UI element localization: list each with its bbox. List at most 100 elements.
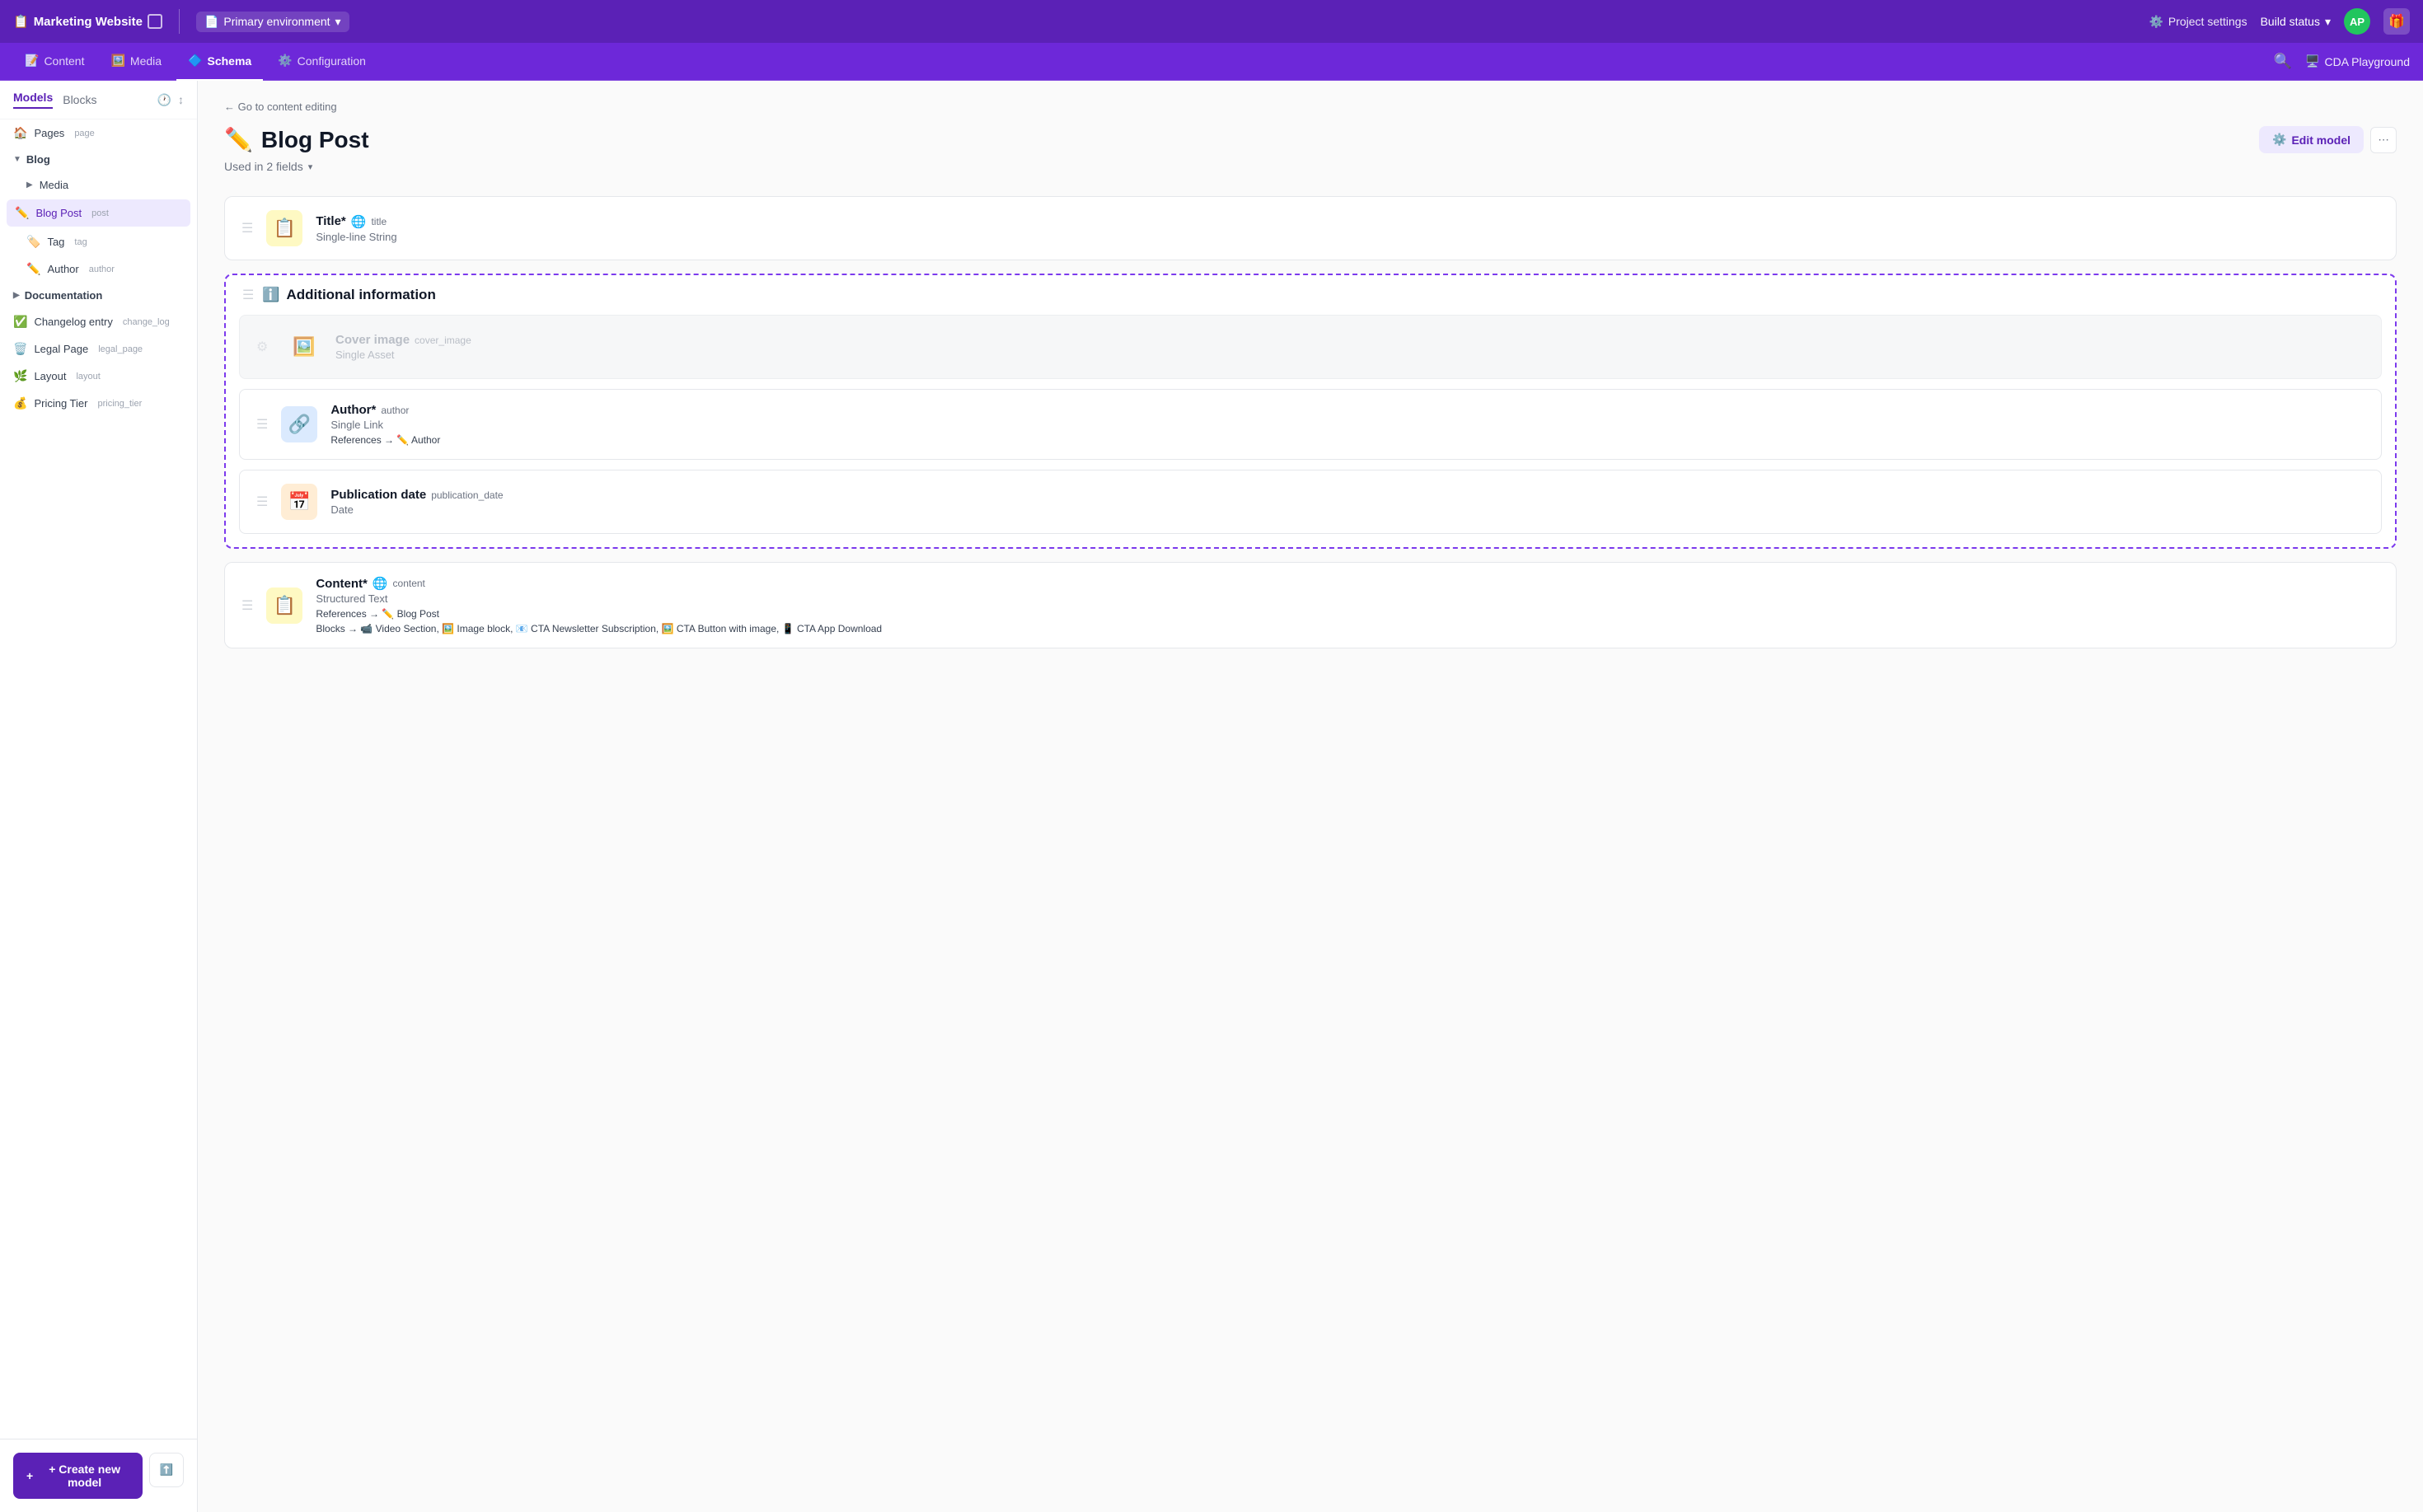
layout-id: layout: [76, 372, 100, 382]
author-field-row: ☰ 🔗 Author* author Single Link Reference…: [240, 390, 2381, 459]
back-to-content-link[interactable]: ← Go to content editing: [224, 101, 2397, 113]
author-drag-handle[interactable]: ☰: [256, 416, 268, 433]
content-field-card: ☰ 📋 Content* 🌐 content Structured Text R…: [224, 562, 2397, 648]
blocks-tab[interactable]: Blocks: [63, 93, 96, 106]
top-navigation: 📋 Marketing Website 📄 Primary environmen…: [0, 0, 2423, 43]
env-label: Primary environment: [223, 15, 330, 28]
model-subtitle[interactable]: Used in 2 fields ▾: [224, 160, 2397, 173]
import-button[interactable]: ⬆️: [149, 1453, 184, 1487]
used-in-chevron-icon: ▾: [308, 161, 313, 172]
environment-selector[interactable]: 📄 Primary environment ▾: [196, 12, 349, 32]
blog-chevron-icon: ▼: [13, 155, 21, 164]
sidebar-item-media[interactable]: ▶ Media: [0, 172, 197, 198]
sidebar: Models Blocks 🕐 ↕ 🏠 Pages page ▼ Blog ▶ …: [0, 81, 198, 1512]
sidebar-item-pricing[interactable]: 💰 Pricing Tier pricing_tier: [0, 390, 197, 417]
pub-date-type: Date: [330, 503, 2364, 516]
pub-date-field-row: ☰ 📅 Publication date publication_date Da…: [240, 470, 2381, 533]
cover-image-icon: 🖼️: [293, 336, 315, 358]
group-drag-handle[interactable]: ☰: [242, 287, 254, 303]
title-locale-icon: 🌐: [351, 214, 367, 229]
author-field-id: author: [381, 405, 409, 416]
author-field-name: Author* author: [330, 403, 2364, 417]
title-drag-handle[interactable]: ☰: [241, 220, 253, 236]
main-tabs: 📝 Content 🖼️ Media 🔷 Schema ⚙️ Configura…: [13, 43, 377, 81]
nav-divider: [179, 9, 180, 34]
changelog-icon: ✅: [13, 315, 27, 329]
avatar[interactable]: AP: [2344, 8, 2370, 35]
plus-icon: +: [26, 1469, 33, 1482]
content-icon: 📝: [25, 54, 39, 68]
content-locale-icon: 🌐: [373, 576, 388, 591]
avatar-initials: AP: [2350, 16, 2364, 28]
author-icon: ✏️: [26, 262, 40, 276]
sidebar-item-legal[interactable]: 🗑️ Legal Page legal_page: [0, 335, 197, 363]
author-field-info: Author* author Single Link References → …: [330, 403, 2364, 446]
cover-image-name: Cover image cover_image: [335, 333, 2364, 347]
pub-date-field-card: ☰ 📅 Publication date publication_date Da…: [239, 470, 2382, 534]
sidebar-item-blogpost[interactable]: ✏️ Blog Post post: [7, 199, 190, 227]
create-new-model-button[interactable]: + + Create new model: [13, 1453, 143, 1499]
author-id: author: [89, 264, 115, 274]
build-status-button[interactable]: Build status ▾: [2261, 15, 2331, 29]
group-title: ℹ️ Additional information: [262, 287, 436, 303]
project-settings-label: Project settings: [2168, 15, 2247, 28]
project-title[interactable]: 📋 Marketing Website: [13, 14, 162, 29]
tab-schema-label: Schema: [208, 54, 252, 68]
edit-model-button[interactable]: ⚙️ Edit model: [2259, 126, 2364, 153]
legal-id: legal_page: [98, 344, 143, 354]
cda-playground-button[interactable]: 🖥️ CDA Playground: [2305, 54, 2410, 68]
sidebar-icons: 🕐 ↕: [157, 93, 184, 107]
second-nav-right: 🔍 🖥️ CDA Playground: [2274, 53, 2410, 70]
project-settings-link[interactable]: ⚙️ Project settings: [2149, 15, 2247, 29]
gift-button[interactable]: 🎁: [2383, 8, 2410, 35]
models-tab[interactable]: Models: [13, 91, 53, 109]
sidebar-item-changelog[interactable]: ✅ Changelog entry change_log: [0, 308, 197, 335]
build-status-chevron-icon: ▾: [2325, 15, 2331, 29]
cover-image-info: Cover image cover_image Single Asset: [335, 333, 2364, 361]
model-title: ✏️ Blog Post: [224, 126, 369, 153]
history-icon[interactable]: 🕐: [157, 93, 171, 107]
media-chevron-icon: ▶: [26, 180, 33, 190]
edit-gear-icon: ⚙️: [2272, 133, 2286, 147]
tab-content[interactable]: 📝 Content: [13, 43, 96, 81]
model-actions: ⚙️ Edit model ⋯: [2259, 126, 2397, 153]
pub-date-drag-handle[interactable]: ☰: [256, 494, 268, 510]
sidebar-section-blog[interactable]: ▼ Blog: [0, 147, 197, 172]
tab-configuration[interactable]: ⚙️ Configuration: [266, 43, 377, 81]
sidebar-section-docs[interactable]: ▶ Documentation: [0, 283, 197, 308]
tag-id: tag: [74, 237, 87, 247]
content-drag-handle[interactable]: ☰: [241, 597, 253, 614]
sidebar-item-pages[interactable]: 🏠 Pages page: [0, 119, 197, 147]
search-button[interactable]: 🔍: [2274, 53, 2292, 70]
legal-label: Legal Page: [34, 343, 88, 355]
sidebar-bottom: + + Create new model ⬆️: [0, 1439, 197, 1512]
tab-configuration-label: Configuration: [298, 54, 366, 68]
more-options-button[interactable]: ⋯: [2370, 127, 2397, 153]
sidebar-item-tag[interactable]: 🏷️ Tag tag: [0, 228, 197, 255]
tab-media[interactable]: 🖼️ Media: [99, 43, 173, 81]
sidebar-item-layout[interactable]: 🌿 Layout layout: [0, 363, 197, 390]
blogpost-label: Blog Post: [35, 207, 82, 219]
project-box-icon: [148, 14, 162, 29]
sidebar-item-author[interactable]: ✏️ Author author: [0, 255, 197, 283]
pages-icon: 🏠: [13, 126, 27, 140]
sidebar-header: Models Blocks 🕐 ↕: [0, 81, 197, 119]
pub-date-id: publication_date: [431, 489, 503, 501]
cover-image-type: Single Asset: [335, 349, 2364, 361]
sort-icon[interactable]: ↕: [178, 93, 184, 107]
blogpost-id: post: [91, 208, 109, 218]
pub-date-name: Publication date publication_date: [330, 488, 2364, 502]
pricing-label: Pricing Tier: [34, 397, 87, 410]
cover-image-field-row: ⚙ 🖼️ Cover image cover_image Single Asse…: [240, 316, 2381, 378]
docs-chevron-icon: ▶: [13, 291, 20, 300]
legal-icon: 🗑️: [13, 342, 27, 356]
changelog-id: change_log: [123, 317, 170, 327]
cover-image-drag-icon: ⚙: [256, 339, 273, 355]
title-field-card: ☰ 📋 Title* 🌐 title Single-line String: [224, 196, 2397, 260]
more-icon: ⋯: [2378, 133, 2388, 147]
tab-content-label: Content: [44, 54, 84, 68]
docs-section-label: Documentation: [25, 289, 103, 302]
tab-schema[interactable]: 🔷 Schema: [176, 43, 263, 81]
schema-icon: 🔷: [188, 54, 202, 68]
configuration-icon: ⚙️: [278, 54, 292, 68]
